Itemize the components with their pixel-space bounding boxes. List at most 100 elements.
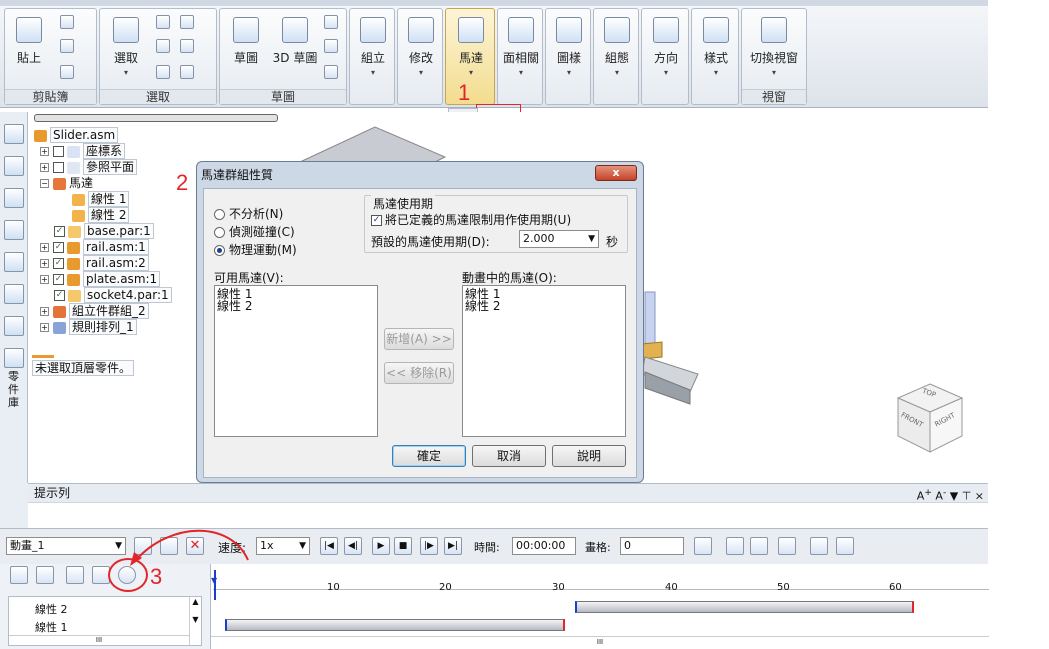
limit-duration-checkbox[interactable]: ✓ 將已定義的馬達限制用作使用期(U) [371,211,571,228]
step-back-icon[interactable]: ◀| [344,537,362,555]
vertical-scrollbar[interactable]: ▲ ▼ [189,597,201,645]
tick-label: 40 [665,582,678,593]
pattern-button[interactable]: 圖樣 ▾ [547,11,591,91]
tree-item-socket[interactable]: ✓ socket4.par:1 [54,287,172,303]
go-to-end-icon[interactable]: ▶| [444,537,462,555]
tree-item-pattern[interactable]: + 規則排列_1 [40,319,137,335]
zoom-in-icon[interactable] [750,537,768,555]
animated-motors-list[interactable]: 線性 1 線性 2 [462,285,626,437]
select-button[interactable]: 選取 ▾ [104,11,148,91]
3d-sketch-button[interactable]: 3D 草圖 [272,11,318,91]
pattern-icon [556,17,582,43]
assembly-icon[interactable] [4,252,24,272]
properties-icon[interactable] [10,566,28,584]
face-related-button[interactable]: 面相關 ▾ [499,11,543,91]
step-forward-icon[interactable]: |▶ [420,537,438,555]
parts-library-tab[interactable]: 零件庫 [8,370,22,409]
remove-button[interactable]: << 移除(R) [384,362,454,384]
assemble-button[interactable]: 組立 ▾ [351,11,395,91]
select-body-icon[interactable] [180,65,194,79]
time-field[interactable]: 00:00:00 [512,537,576,555]
horizontal-scrollbar[interactable]: III [9,635,189,645]
radio-no-analysis[interactable]: 不分析(N) [214,205,283,222]
list-item[interactable]: 線性 2 [35,601,68,617]
tree-root[interactable]: Slider.asm [34,127,119,143]
sketch-copy-icon[interactable] [324,15,338,29]
configuration-button[interactable]: 組態 ▾ [595,11,639,91]
list-item[interactable]: 線性 2 [465,300,623,312]
sketch-refresh-icon[interactable] [324,39,338,53]
modify-button[interactable]: 修改 ▾ [399,11,443,91]
switch-window-button[interactable]: 切換視窗 ▾ [744,11,804,91]
tick-label: 50 [777,582,790,593]
tree-item-linear-2[interactable]: 線性 2 [72,207,130,223]
parts-icon[interactable] [4,284,24,304]
cut-icon[interactable] [60,15,74,29]
view-cube[interactable]: TOP FRONT RIGHT [892,380,968,458]
timeline-horizontal-scrollbar[interactable]: III [211,636,989,648]
part-icon [68,225,81,238]
tree-item-coordinate-systems[interactable]: + 座標系 [40,143,126,159]
sensor-icon[interactable] [4,156,24,176]
list-item[interactable]: 線性 1 [35,619,68,635]
motor-button[interactable]: 馬達 ▾ [449,11,493,91]
sketch-button[interactable]: 草圖 [224,11,268,91]
dialog-close-button[interactable]: x [595,165,637,181]
style-button[interactable]: 樣式 ▾ [694,11,738,91]
timeline-bar-linear-2[interactable] [575,601,914,613]
timeline-cursor[interactable] [214,570,216,600]
feature-library-icon[interactable] [4,220,24,240]
window-group: 切換視窗 ▾ 視窗 [741,8,807,105]
color-icon[interactable] [4,188,24,208]
tree-item-reference-planes[interactable]: + 參照平面 [40,159,138,175]
script-icon[interactable] [810,537,828,555]
fit-icon[interactable] [778,537,796,555]
layers-icon[interactable] [4,124,24,144]
timeline-cursor-head[interactable]: ▼ [211,576,217,585]
select-small-icon[interactable] [156,39,170,53]
animation-select[interactable]: 動畫_1 ▼ [6,537,126,555]
stop-icon[interactable]: ■ [394,537,412,555]
available-motors-list[interactable]: 線性 1 線性 2 [214,285,378,437]
tree-item-rail-1[interactable]: + ✓ rail.asm:1 [40,239,149,255]
play-icon[interactable]: ▶ [372,537,390,555]
tree-item-linear-1[interactable]: 線性 1 [72,191,130,207]
filter-icon[interactable] [156,15,170,29]
sketch-edit-icon[interactable] [324,65,338,79]
format-painter-icon[interactable] [60,65,74,79]
save-icon[interactable] [36,566,54,584]
tree-item-motors[interactable]: − 馬達 [40,175,93,191]
go-to-start-icon[interactable]: |◀ [320,537,338,555]
orient-button[interactable]: 方向 ▾ [644,11,688,91]
radio-physical-motion[interactable]: 物理運動(M) [214,241,297,258]
default-duration-input[interactable]: 2.000 ▼ [519,230,599,248]
select-tool-icon[interactable] [180,15,194,29]
tree-resize-bar[interactable] [34,114,278,122]
frame-settings-icon[interactable] [694,537,712,555]
timeline[interactable]: ▼ 10 20 30 40 50 60 III [210,564,989,649]
list-item[interactable]: 線性 2 [217,300,375,312]
timeline-bar-linear-1[interactable] [225,619,565,631]
tree-item-plate[interactable]: + ✓ plate.asm:1 [40,271,161,287]
select-face-icon[interactable] [156,65,170,79]
camera-icon[interactable] [66,566,84,584]
paste-button[interactable]: 貼上 [7,11,51,91]
copy-icon[interactable] [60,39,74,53]
zoom-out-icon[interactable] [726,537,744,555]
select-group-icon[interactable] [180,39,194,53]
speed-select[interactable]: 1x ▼ [256,537,310,555]
help-button[interactable]: 說明 [552,445,626,467]
tree-item-base[interactable]: ✓ base.par:1 [54,223,154,239]
tree-item-rail-2[interactable]: + ✓ rail.asm:2 [40,255,149,271]
paste-icon [16,17,42,43]
frame-field[interactable]: 0 [620,537,684,555]
duration-group: 馬達使用期 ✓ 將已定義的馬達限制用作使用期(U) 預設的馬達使用期(D): 2.… [364,195,628,253]
property-icon[interactable] [4,316,24,336]
radio-detect-collision[interactable]: 偵測碰撞(C) [214,223,295,240]
cancel-button[interactable]: 取消 [472,445,546,467]
panel-icon[interactable] [836,537,854,555]
tree-item-assembly-group[interactable]: + 組立件群組_2 [40,303,149,319]
add-button[interactable]: 新增(A) >> [384,328,454,350]
ok-button[interactable]: 確定 [392,445,466,467]
library-icon[interactable] [4,348,24,368]
